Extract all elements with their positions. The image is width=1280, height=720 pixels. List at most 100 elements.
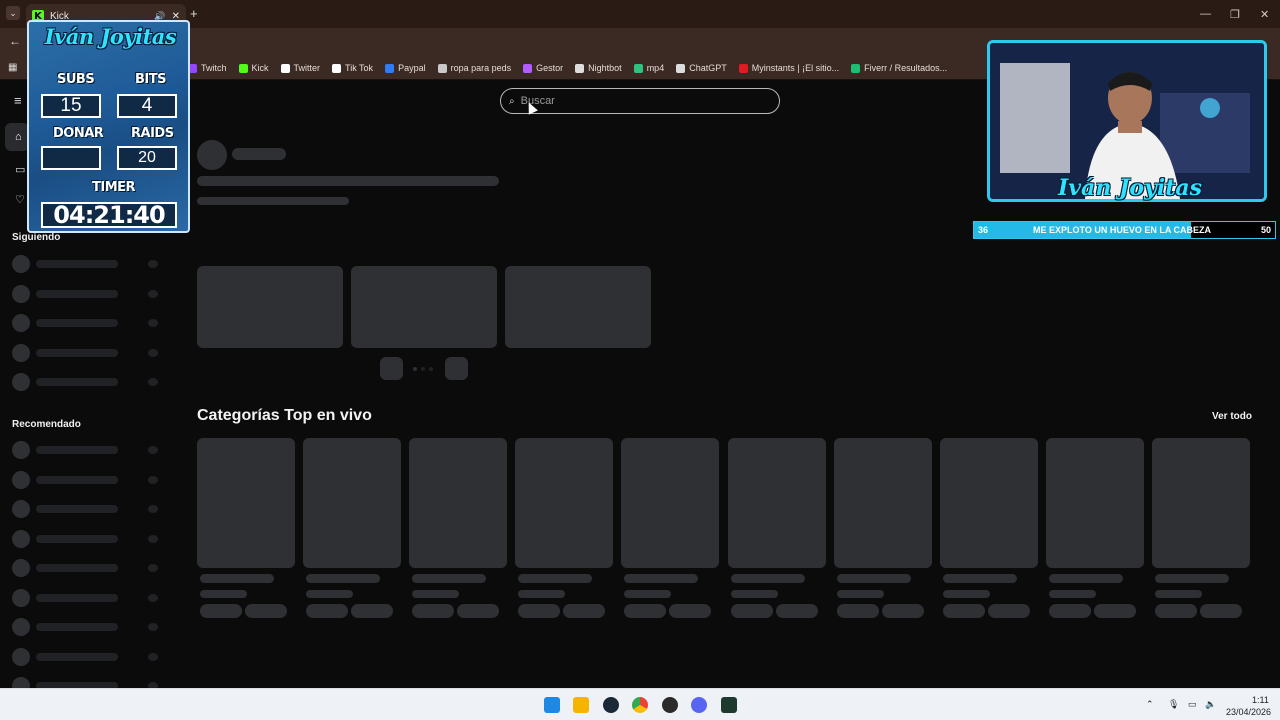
clock-date[interactable]: 23/04/2026 xyxy=(1226,707,1271,717)
restore-icon[interactable]: ❐ xyxy=(1230,8,1240,21)
close-window-icon[interactable]: ✕ xyxy=(1260,8,1269,21)
carousel-dot[interactable] xyxy=(421,367,425,371)
category-tag-skeleton[interactable] xyxy=(1199,604,1242,618)
sidebar-live-dot-skeleton xyxy=(148,446,158,454)
category-tag-skeleton[interactable] xyxy=(200,604,242,618)
carousel-dot[interactable] xyxy=(429,367,433,371)
bookmark-item[interactable]: Myinstants | ¡El sitio... xyxy=(738,63,839,73)
category-card-skeleton[interactable] xyxy=(409,438,508,568)
ver-todo-link[interactable]: Ver todo xyxy=(1212,411,1252,422)
sidebar-avatar-skeleton[interactable] xyxy=(12,500,30,518)
obs-icon[interactable] xyxy=(662,697,678,713)
terminal-icon[interactable] xyxy=(721,697,737,713)
category-tag-skeleton[interactable] xyxy=(351,604,394,618)
category-tag-skeleton[interactable] xyxy=(306,604,349,618)
browse-icon[interactable]: ▭ xyxy=(15,163,25,176)
search-input[interactable]: ⌕ Buscar xyxy=(500,88,780,114)
carousel-prev-button[interactable] xyxy=(380,357,403,380)
volume-icon[interactable]: 🔈 xyxy=(1205,699,1216,710)
category-tag-skeleton[interactable] xyxy=(624,604,667,618)
sidebar-avatar-skeleton[interactable] xyxy=(12,373,30,391)
bookmark-label: ropa para peds xyxy=(450,63,512,73)
sidebar-avatar-skeleton[interactable] xyxy=(12,529,30,548)
bookmark-item[interactable]: Nightbot xyxy=(575,63,622,73)
category-card-skeleton[interactable] xyxy=(727,438,826,568)
new-tab-button[interactable]: + xyxy=(190,6,198,21)
following-heart-icon[interactable]: ♡ xyxy=(15,193,25,206)
bookmark-label: ChatGPT xyxy=(689,63,727,73)
category-card-skeleton[interactable] xyxy=(303,438,402,568)
network-icon[interactable]: ▭ xyxy=(1188,699,1197,710)
sidebar-avatar-skeleton[interactable] xyxy=(12,314,30,332)
sidebar-avatar-skeleton[interactable] xyxy=(12,618,30,636)
carousel-card-skeleton[interactable] xyxy=(351,266,497,348)
category-name-skeleton xyxy=(200,574,274,583)
chrome-icon[interactable] xyxy=(632,697,648,713)
category-card-skeleton[interactable] xyxy=(1151,438,1250,568)
sidebar-avatar-skeleton[interactable] xyxy=(12,588,30,607)
category-viewers-skeleton xyxy=(836,590,884,598)
category-tag-skeleton[interactable] xyxy=(245,604,287,618)
sidebar-avatar-skeleton[interactable] xyxy=(12,559,30,577)
steam-icon[interactable] xyxy=(603,697,619,713)
category-card-skeleton[interactable] xyxy=(515,438,614,568)
recomendado-label: Recomendado xyxy=(12,419,81,430)
category-tag-skeleton[interactable] xyxy=(775,604,818,618)
sidebar-avatar-skeleton[interactable] xyxy=(12,470,30,489)
category-card-skeleton[interactable] xyxy=(833,438,932,568)
bookmark-item[interactable]: Kick xyxy=(238,63,269,73)
category-tag-skeleton[interactable] xyxy=(412,604,455,618)
tab-search-button[interactable]: ⌄ xyxy=(6,6,20,20)
bookmark-item[interactable]: Tik Tok xyxy=(332,63,373,73)
category-card-skeleton[interactable] xyxy=(197,438,295,568)
category-tag-skeleton[interactable] xyxy=(942,604,985,618)
sidebar-avatar-skeleton[interactable] xyxy=(12,255,30,273)
bookmark-item[interactable]: Twitter xyxy=(280,63,320,73)
carousel-next-button[interactable] xyxy=(445,357,468,380)
bookmark-item[interactable]: Twitch xyxy=(188,63,227,73)
carousel-card-skeleton[interactable] xyxy=(505,266,651,348)
category-tag-skeleton[interactable] xyxy=(457,604,500,618)
microphone-icon[interactable]: 🎙 xyxy=(1168,699,1179,710)
menu-icon[interactable]: ≡ xyxy=(14,93,22,108)
category-tag-skeleton[interactable] xyxy=(1048,604,1091,618)
category-tag-skeleton[interactable] xyxy=(730,604,773,618)
nightbot-icon xyxy=(575,63,585,73)
category-name-skeleton xyxy=(306,574,381,583)
category-tag-skeleton[interactable] xyxy=(1154,604,1197,618)
file-explorer-icon[interactable] xyxy=(573,697,589,713)
category-tag-skeleton[interactable] xyxy=(1093,604,1136,618)
sidebar-avatar-skeleton[interactable] xyxy=(12,343,30,362)
bookmark-item[interactable]: Gestor xyxy=(523,63,563,73)
carousel-dot[interactable] xyxy=(413,367,417,371)
category-tag-skeleton[interactable] xyxy=(518,604,561,618)
bookmark-item[interactable]: Fiverr / Resultados... xyxy=(851,63,947,73)
apps-grid-icon[interactable]: ▦ xyxy=(8,62,17,73)
bits-value: 4 xyxy=(117,94,177,118)
bookmark-item[interactable]: ChatGPT xyxy=(676,63,727,73)
clock-time[interactable]: 1:11 xyxy=(1252,695,1269,705)
category-tag-skeleton[interactable] xyxy=(563,604,606,618)
minimize-icon[interactable]: — xyxy=(1200,8,1211,20)
overlay-title: Iván Joyitas xyxy=(44,24,177,49)
discord-icon[interactable] xyxy=(691,697,707,713)
sidebar-name-skeleton xyxy=(36,623,118,631)
sidebar-avatar-skeleton[interactable] xyxy=(12,647,30,666)
category-card-skeleton[interactable] xyxy=(1045,438,1144,568)
category-tag-skeleton[interactable] xyxy=(881,604,924,618)
windows-start-icon[interactable] xyxy=(544,697,560,713)
category-card-skeleton[interactable] xyxy=(621,438,720,568)
tray-chevron-icon[interactable]: ⌃ xyxy=(1146,699,1154,710)
category-tag-skeleton[interactable] xyxy=(669,604,712,618)
category-tag-skeleton[interactable] xyxy=(836,604,879,618)
sidebar-avatar-skeleton[interactable] xyxy=(12,441,30,459)
bookmark-item[interactable]: Paypal xyxy=(385,63,426,73)
back-icon[interactable]: ← xyxy=(9,34,21,48)
category-card-skeleton[interactable] xyxy=(939,438,1038,568)
carousel-card-skeleton[interactable] xyxy=(197,266,343,348)
sidebar-avatar-skeleton[interactable] xyxy=(12,284,30,303)
bookmark-item[interactable]: mp4 xyxy=(633,63,665,73)
bookmark-item[interactable]: ropa para peds xyxy=(437,63,512,73)
bookmark-label: mp4 xyxy=(646,63,665,73)
category-tag-skeleton[interactable] xyxy=(987,604,1030,618)
